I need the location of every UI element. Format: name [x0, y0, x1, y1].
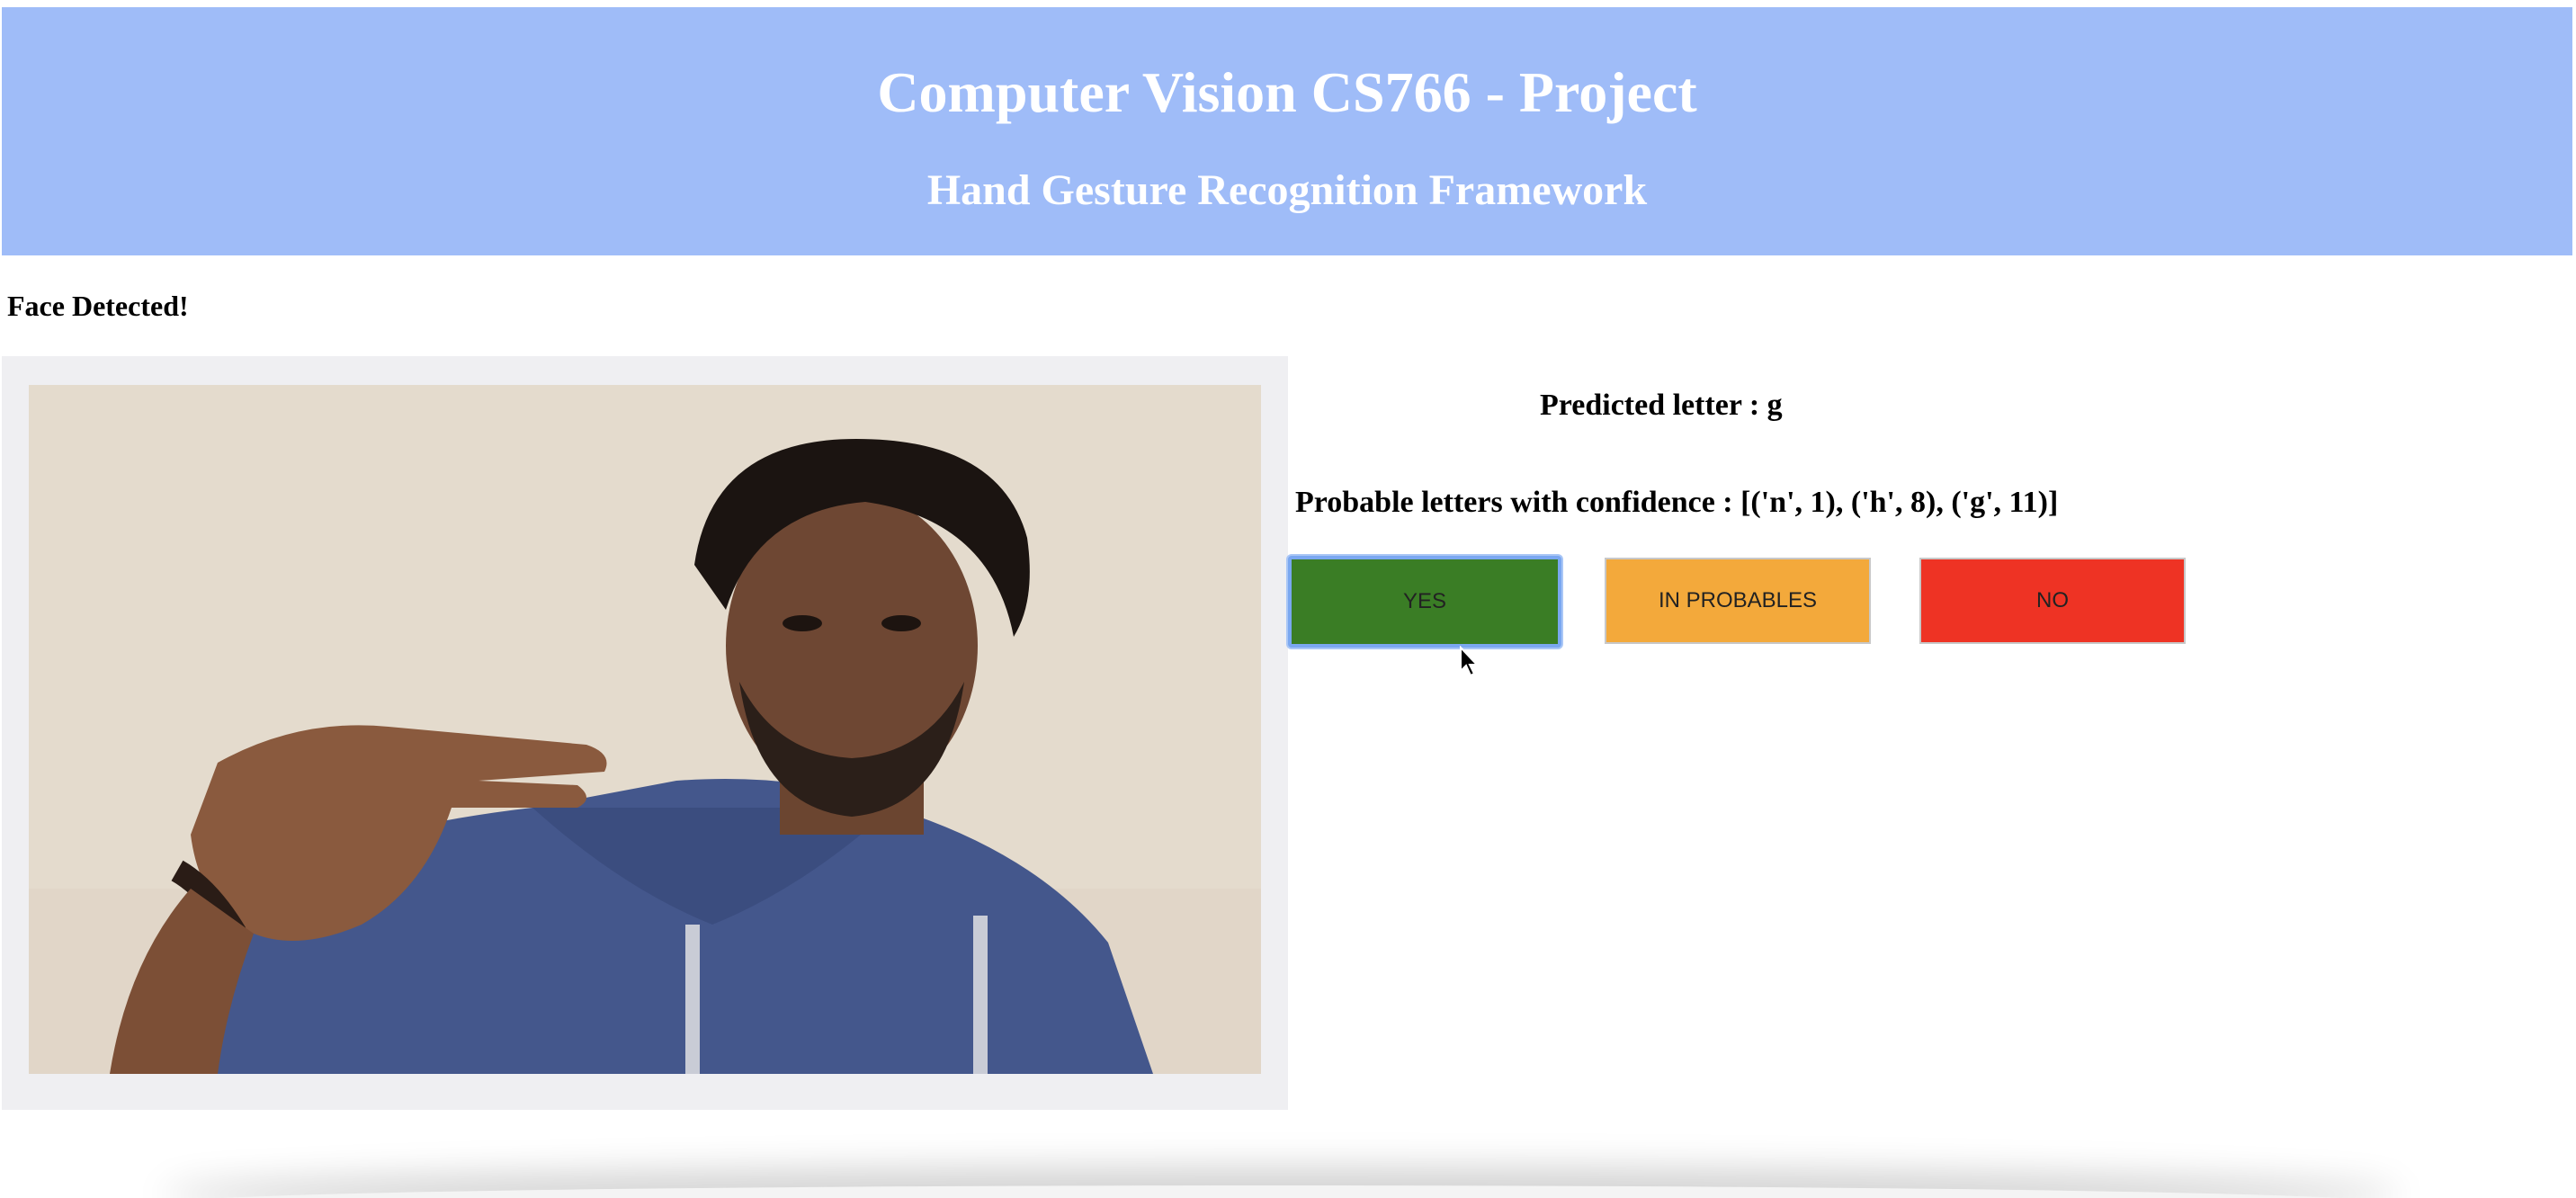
mouse-pointer-icon [1460, 646, 1480, 677]
page-title: Computer Vision CS766 - Project [877, 60, 1697, 124]
in-probables-button[interactable]: IN PROBABLES [1605, 558, 1871, 644]
webcam-video-feed [29, 385, 1261, 1074]
page-subtitle: Hand Gesture Recognition Framework [926, 166, 1648, 214]
bottom-shadow-divider [171, 1185, 2393, 1198]
predicted-letter: Predicted letter : g [1540, 389, 1783, 422]
yes-button[interactable]: YES [1288, 556, 1561, 648]
no-button[interactable]: NO [1919, 558, 2186, 644]
probable-letters: Probable letters with confidence : [('n'… [1295, 486, 2059, 519]
face-detection-status: Face Detected! [7, 290, 189, 322]
webcam-frame-illustration [29, 385, 1261, 1074]
video-panel [2, 356, 1288, 1110]
page: Computer Vision CS766 - Project Hand Ges… [0, 0, 2576, 1198]
page-header: Computer Vision CS766 - Project Hand Ges… [2, 7, 2572, 255]
